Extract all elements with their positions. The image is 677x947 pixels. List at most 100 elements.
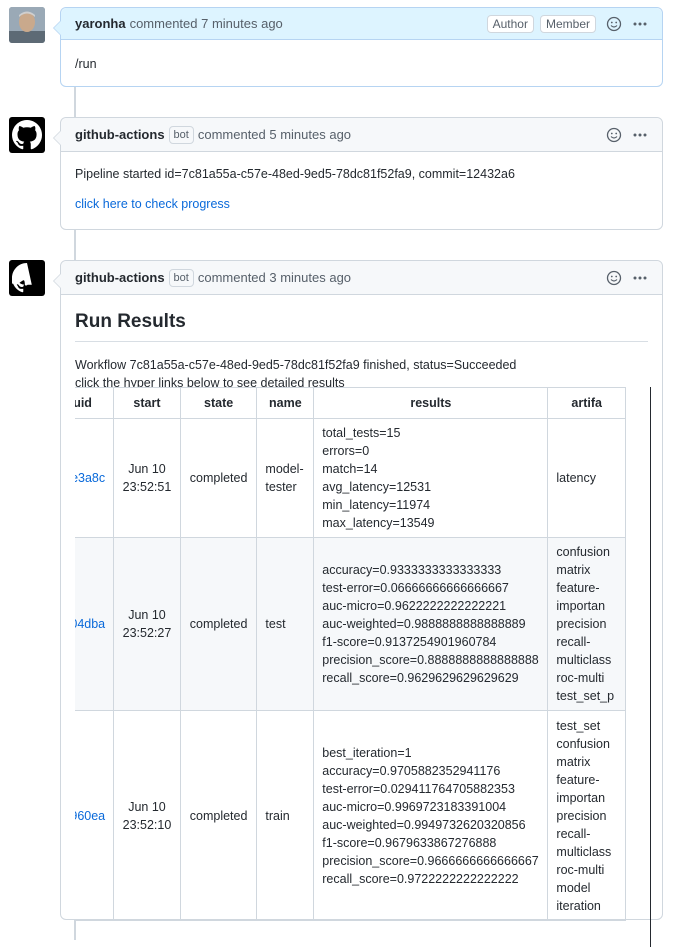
start-date: Jun 10 — [128, 608, 166, 622]
more-options-button[interactable] — [632, 16, 648, 32]
comment-user: yaronha commented 7 minutes ago Author M… — [53, 7, 663, 87]
artifact-item[interactable]: precision — [556, 615, 617, 633]
user-avatar[interactable] — [9, 7, 45, 43]
table-row: 904dba Jun 10 23:52:27 completed test acc… — [75, 537, 626, 711]
artifact-item[interactable]: iteration — [556, 897, 617, 915]
artifact-item[interactable]: matrix — [556, 561, 617, 579]
column-header-start: start — [113, 387, 181, 419]
artifact-item[interactable]: feature- — [556, 771, 617, 789]
artifacts-cell: latency — [547, 418, 626, 538]
author-badge: Author — [486, 14, 534, 33]
heading-divider — [75, 341, 648, 342]
uid-cell: 1e3a8c — [75, 418, 115, 538]
artifact-item[interactable]: multiclass — [556, 843, 617, 861]
artifact-item[interactable]: multiclass — [556, 651, 617, 669]
result-line: precision_score=0.8888888888888888 — [322, 653, 539, 667]
person-avatar-icon — [9, 7, 45, 43]
comment-author[interactable]: github-actions — [75, 270, 165, 285]
run-uid-link[interactable]: 904dba — [75, 617, 105, 631]
start-time: 23:52:51 — [122, 480, 172, 494]
comment-author[interactable]: yaronha — [75, 16, 126, 31]
comment-pipeline-started: github-actions bot commented 5 minutes a… — [53, 117, 663, 230]
add-reaction-button[interactable] — [606, 127, 622, 143]
comment-body: /run — [75, 57, 97, 71]
artifact-item[interactable]: matrix — [556, 753, 617, 771]
add-reaction-button[interactable] — [606, 16, 622, 32]
artifact-item[interactable]: roc-multi — [556, 669, 617, 687]
result-line: total_tests=15 — [322, 426, 401, 440]
artifact-item[interactable]: test_set — [556, 717, 617, 735]
smiley-icon — [606, 270, 622, 285]
name-line: train — [265, 808, 290, 823]
result-line: test-error=0.029411764705882353 — [322, 781, 515, 796]
start-date: Jun 10 — [128, 799, 166, 814]
comment-author[interactable]: github-actions — [75, 127, 165, 142]
run-uid-link[interactable]: 1e3a8c — [75, 471, 105, 485]
bot-avatar[interactable] — [9, 117, 45, 153]
uid-cell: 904dba — [75, 537, 115, 711]
artifact-item[interactable]: model — [556, 879, 617, 897]
start-time: 23:52:10 — [122, 817, 172, 832]
results-cell: best_iteration=1 accuracy=0.970588235294… — [313, 710, 549, 921]
bot-badge: bot — [168, 125, 194, 144]
result-line: max_latency=13549 — [322, 516, 435, 530]
kebab-horizontal-icon — [633, 276, 647, 279]
comment-meta[interactable]: commented 5 minutes ago — [198, 127, 351, 142]
artifact-item[interactable]: roc-multi — [556, 861, 617, 879]
results-table: uid start state name results artifa 1e3a… — [75, 387, 626, 921]
more-options-button[interactable] — [632, 127, 648, 143]
name-line: test — [265, 617, 286, 631]
result-line: best_iteration=1 — [322, 745, 412, 760]
bot-avatar[interactable] — [9, 260, 45, 296]
check-progress-link[interactable]: click here to check progress — [75, 197, 230, 211]
comment-meta[interactable]: commented 7 minutes ago — [130, 16, 283, 31]
start-date: Jun 10 — [128, 462, 166, 476]
state-cell: completed — [179, 537, 258, 711]
pipeline-started-text: Pipeline started id=7c81a55a-c57e-48ed-9… — [75, 167, 515, 181]
smiley-icon — [606, 127, 622, 142]
result-line: match=14 — [322, 462, 378, 476]
column-header-artifacts: artifa — [547, 387, 626, 419]
result-line: accuracy=0.9705882352941176 — [322, 763, 501, 778]
github-logo-icon — [12, 263, 32, 293]
artifact-item[interactable]: importan — [556, 789, 617, 807]
artifact-item[interactable]: confusion — [556, 735, 617, 753]
start-time: 23:52:27 — [122, 626, 172, 640]
column-header-name: name — [256, 387, 315, 419]
artifact-item[interactable]: importan — [556, 597, 617, 615]
more-options-button[interactable] — [632, 270, 648, 286]
result-line: auc-micro=0.9622222222222221 — [322, 599, 507, 613]
result-line: recall_score=0.9629629629629629 — [322, 671, 519, 685]
run-uid-link[interactable]: a960ea — [75, 809, 105, 823]
artifact-item[interactable]: recall- — [556, 633, 617, 651]
result-line: errors=0 — [322, 444, 370, 458]
table-header-row: uid start state name results artifa — [75, 387, 626, 419]
result-line: min_latency=11974 — [322, 498, 431, 512]
comment-meta[interactable]: commented 3 minutes ago — [198, 270, 351, 285]
artifact-item[interactable]: precision — [556, 807, 617, 825]
start-cell: Jun 10 23:52:10 — [113, 710, 181, 921]
kebab-horizontal-icon — [633, 22, 647, 25]
column-header-results: results — [313, 387, 549, 419]
comment-header: github-actions bot commented 5 minutes a… — [61, 118, 662, 152]
table-row: a960ea Jun 10 23:52:10 completed train be… — [75, 710, 626, 921]
artifact-item[interactable]: recall- — [556, 825, 617, 843]
comment-header: github-actions bot commented 3 minutes a… — [61, 261, 662, 295]
artifact-item[interactable]: feature- — [556, 579, 617, 597]
comment-body: Run Results Workflow 7c81a55a-c57e-48ed-… — [61, 295, 662, 392]
start-cell: Jun 10 23:52:27 — [113, 537, 181, 711]
result-line: precision_score=0.9666666666666667 — [322, 853, 539, 868]
run-results-heading: Run Results — [75, 311, 186, 332]
artifact-item[interactable]: latency — [556, 469, 617, 487]
result-line: auc-micro=0.9969723183391004 — [322, 799, 507, 814]
name-cell: test — [256, 537, 315, 711]
name-cell: model-tester — [256, 418, 315, 538]
result-line: f1-score=0.9137254901960784 — [322, 635, 497, 649]
artifact-item[interactable]: test_set_p — [556, 687, 617, 705]
artifact-item[interactable]: confusion — [556, 543, 617, 561]
add-reaction-button[interactable] — [606, 270, 622, 286]
result-line: recall_score=0.9722222222222222 — [322, 871, 519, 886]
results-table-container[interactable]: uid start state name results artifa 1e3a… — [75, 387, 651, 947]
name-cell: train — [256, 710, 315, 921]
kebab-horizontal-icon — [633, 133, 647, 136]
